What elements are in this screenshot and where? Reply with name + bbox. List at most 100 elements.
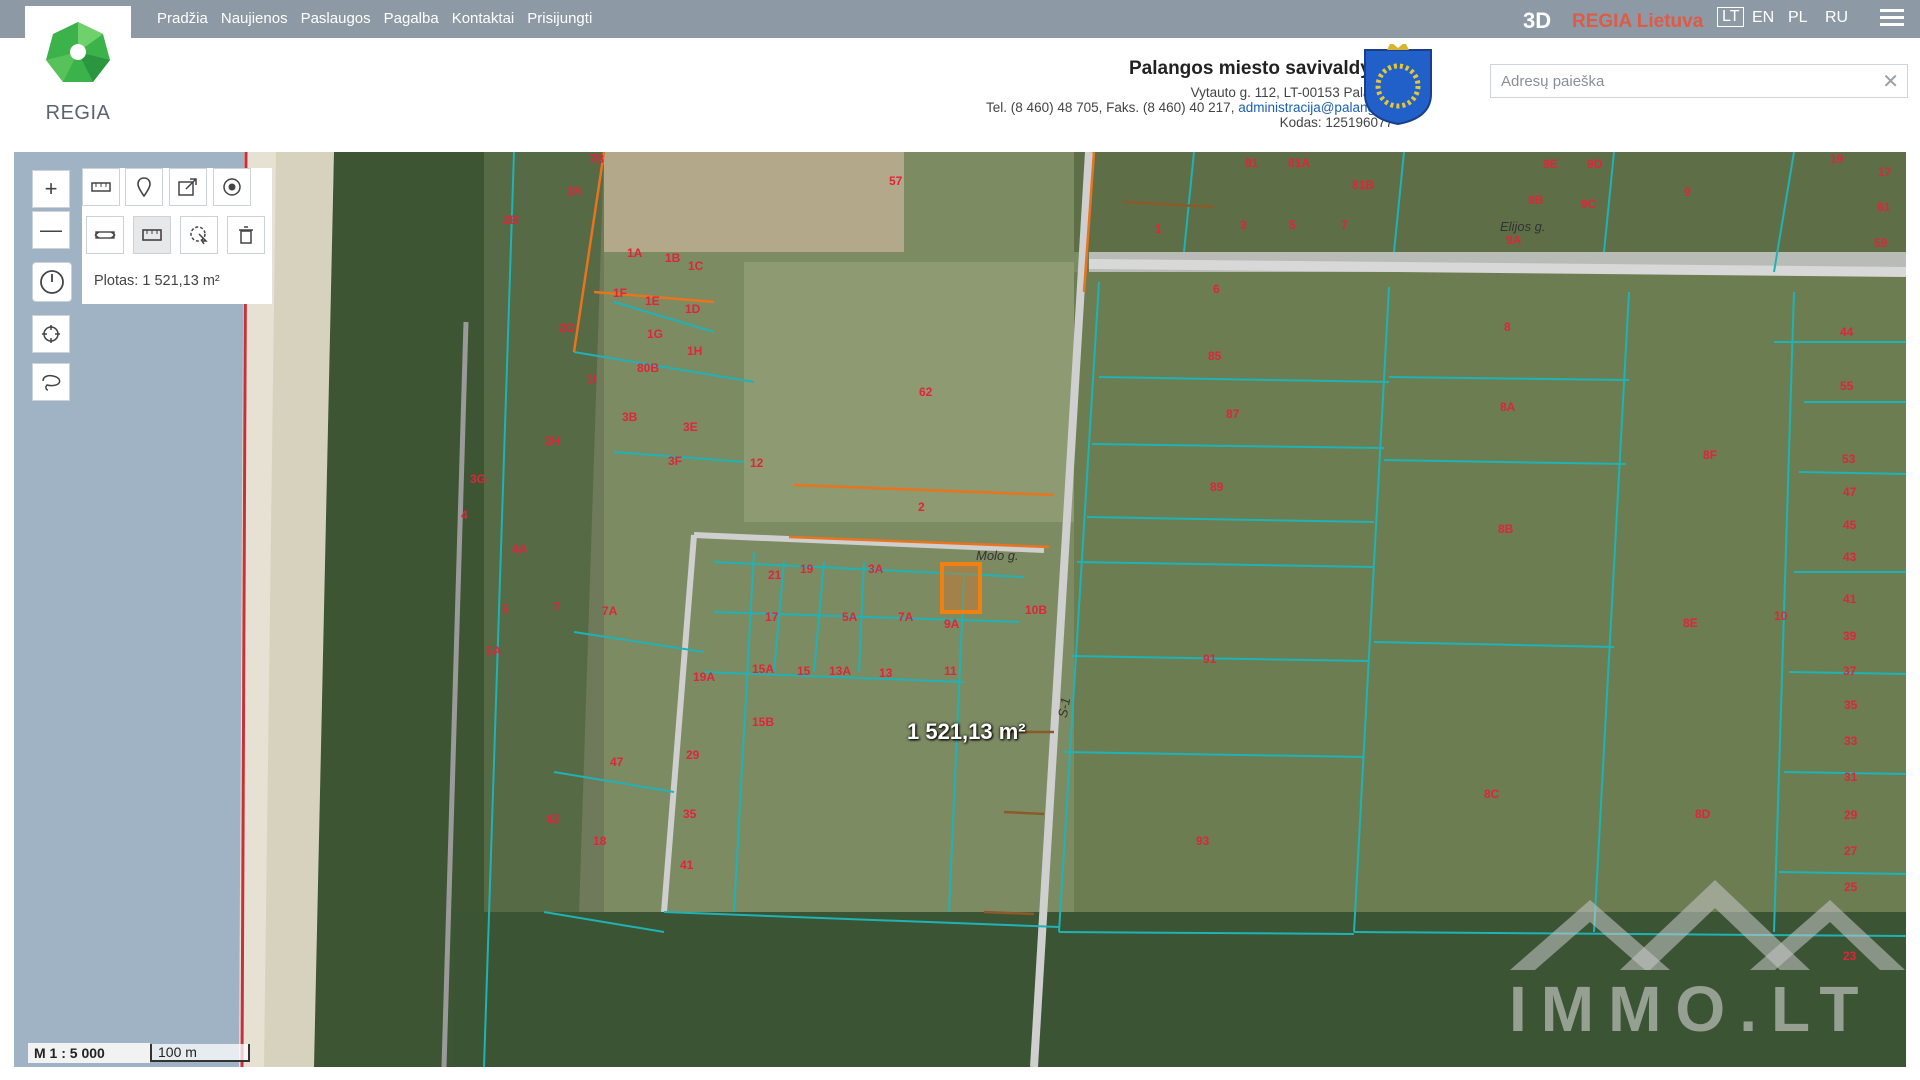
parcel-label: 9B: [1528, 193, 1544, 207]
parcel-label: 10: [1774, 609, 1788, 623]
parcel-label: 35: [683, 807, 697, 821]
scale-bar: 100 m: [150, 1044, 250, 1062]
parcel-label: 3: [1240, 218, 1247, 232]
nav-help[interactable]: Pagalba: [384, 10, 439, 27]
clear-search-icon[interactable]: ✕: [1882, 69, 1899, 94]
municipality-address: Vytauto g. 112, LT-00153 Palanga: [1190, 85, 1393, 100]
parcel-label: 19: [800, 562, 814, 576]
parcel-label: 41: [1843, 592, 1857, 606]
parcel-label: 17: [1878, 165, 1892, 179]
parcel-label: 9C: [1581, 197, 1597, 211]
parcel-label: 35: [1844, 698, 1858, 712]
location-pin-icon[interactable]: [125, 168, 163, 206]
parcel-label: 3G: [470, 472, 487, 486]
parcel-label: 8: [1504, 320, 1511, 334]
parcel-label: 8A: [1500, 400, 1516, 414]
zoom-in-button[interactable]: +: [32, 170, 70, 208]
history-clock-icon[interactable]: [32, 262, 72, 302]
parcel-label: 3B: [622, 410, 638, 424]
parcel-label: 12: [750, 456, 764, 470]
parcel-label: 8E: [1683, 616, 1698, 630]
parcel-label: 33: [1844, 734, 1858, 748]
measure-select-icon[interactable]: [180, 216, 218, 254]
parcel-label: 55: [1840, 379, 1854, 393]
parcel-label: 9: [1684, 185, 1691, 199]
measure-width-icon[interactable]: [86, 216, 124, 254]
zoom-out-button[interactable]: —: [32, 211, 70, 249]
parcel-label: 85: [1208, 349, 1222, 363]
parcel-label: 8F: [1703, 448, 1718, 462]
lang-pl[interactable]: PL: [1788, 9, 1808, 27]
lasso-select-icon[interactable]: [32, 363, 70, 401]
lang-en[interactable]: EN: [1752, 9, 1774, 27]
parcel-label: 1D: [685, 302, 701, 316]
palanga-crest-icon: [1364, 44, 1432, 126]
parcel-label: 81B: [1352, 178, 1375, 192]
municipality-name: Palangos miesto savivaldybė: [1128, 58, 1393, 79]
parcel-label: 8B: [1498, 522, 1514, 536]
lang-ru[interactable]: RU: [1825, 9, 1848, 27]
crosshair-locate-icon[interactable]: [32, 315, 70, 353]
parcel-label: 5: [1289, 218, 1296, 232]
measure-area-icon[interactable]: [133, 216, 171, 254]
parcel-label: 43: [1843, 550, 1857, 564]
municipality-phone: Tel. (8 460) 48 705, Faks. (8 460) 40 21…: [986, 100, 1239, 115]
parcel-label: 13: [879, 666, 893, 680]
parcel-label: 1C: [688, 259, 704, 273]
parcel-label: 17: [765, 610, 779, 624]
parcel-label: 9A: [944, 617, 960, 631]
parcel-label: 57: [889, 174, 903, 188]
address-search-input[interactable]: [1499, 65, 1873, 97]
parcel-label: 1H: [687, 344, 703, 358]
parcel-label: 1K: [567, 184, 583, 198]
parcel-label: 29: [1844, 808, 1858, 822]
parcel-label: 15B: [752, 715, 775, 729]
parcel-label: 8D: [1695, 807, 1711, 821]
export-icon[interactable]: [169, 168, 207, 206]
parcel-label: 59: [1874, 236, 1888, 250]
parcel-label: 13A: [829, 664, 852, 678]
delete-trash-icon[interactable]: [227, 216, 265, 254]
measure-distance-icon[interactable]: [82, 168, 120, 206]
parcel-label: 15: [797, 664, 811, 678]
nav-services[interactable]: Paslaugos: [301, 10, 371, 27]
lang-lt[interactable]: LT: [1717, 7, 1745, 27]
regia-lietuva-link[interactable]: REGIA Lietuva: [1572, 11, 1703, 33]
parcel-label: 42: [546, 812, 560, 826]
parcel-label: 7: [1341, 218, 1348, 232]
parcel-label: 11: [944, 664, 957, 678]
hamburger-menu-icon[interactable]: [1880, 9, 1904, 29]
parcel-label: 44: [1840, 325, 1854, 339]
parcel-label: 19: [1830, 152, 1844, 166]
nav-contacts[interactable]: Kontaktai: [452, 10, 515, 27]
regia-logo-icon: [46, 22, 110, 82]
parcel-label: 19A: [693, 670, 716, 684]
parcel-label: 9A: [1506, 233, 1522, 247]
nav-news[interactable]: Naujienos: [221, 10, 288, 27]
parcel-label: 4: [461, 508, 468, 522]
regia-logo[interactable]: REGIA: [25, 6, 131, 130]
target-point-icon[interactable]: [213, 168, 251, 206]
parcel-label: 10B: [1025, 603, 1048, 617]
parcel-label: 3F: [668, 454, 683, 468]
parcel-label: 1B: [665, 251, 681, 265]
map-canvas[interactable]: Elijos g. Molo g. S-1 6 85 87 89 91 93 8…: [14, 152, 1906, 1067]
parcel-label: 7B: [589, 152, 605, 166]
top-bar: Pradžia Naujienos Paslaugos Pagalba Kont…: [0, 0, 1920, 38]
parcel-label: 80B: [637, 361, 660, 375]
municipality-info: Palangos miesto savivaldybė Vytauto g. 1…: [986, 58, 1393, 130]
parcel-label: 4A: [512, 542, 528, 556]
view-3d-button[interactable]: 3D: [1523, 8, 1551, 34]
nav-home[interactable]: Pradžia: [157, 10, 208, 27]
parcel-label: 18: [593, 834, 607, 848]
parcel-label: 81: [1245, 156, 1259, 170]
parcel-label: 21: [768, 568, 782, 582]
parcel-label: 6: [1213, 282, 1220, 296]
parcel-label: 91: [1203, 652, 1217, 666]
parcel-label: 9E: [1543, 157, 1558, 171]
nav-login[interactable]: Prisijungti: [527, 10, 592, 27]
parcel-label: 3E: [683, 420, 698, 434]
parcel-label: 7A: [602, 604, 618, 618]
watermark-text: IMMO.LT: [1509, 973, 1873, 1045]
measure-area-label: 1 521,13 m²: [907, 719, 1026, 744]
